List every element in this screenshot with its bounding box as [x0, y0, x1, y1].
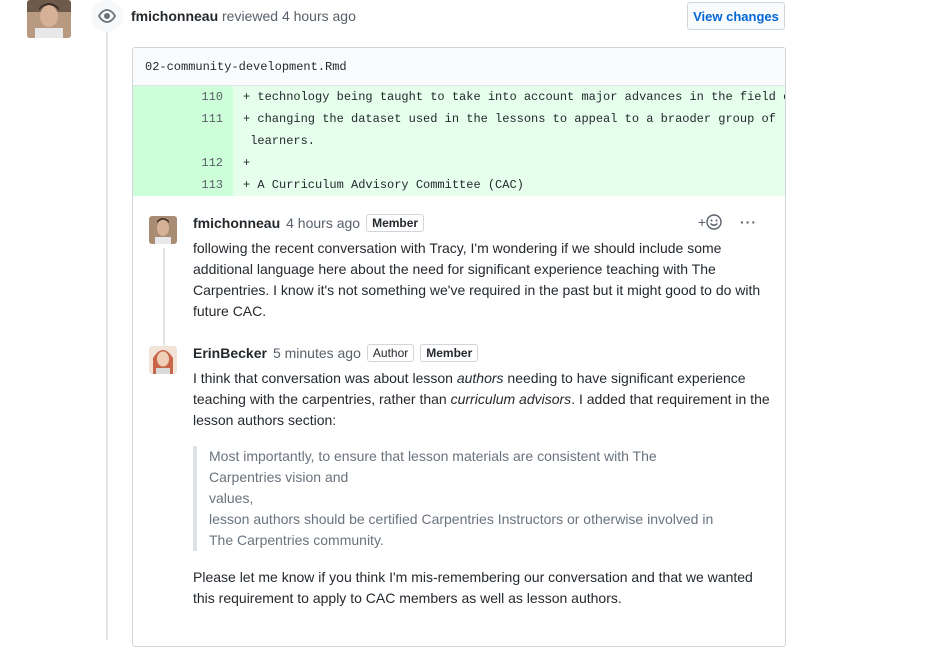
- member-label: Member: [366, 214, 425, 232]
- comment-body: I think that conversation was about less…: [193, 368, 773, 609]
- avatar[interactable]: [149, 346, 177, 374]
- smiley-icon: [706, 214, 722, 230]
- review-comment: ErinBecker 5 minutes ago Author Member I…: [149, 344, 771, 624]
- reviewer-name[interactable]: fmichonneau: [131, 8, 218, 24]
- kebab-icon[interactable]: ···: [740, 214, 757, 230]
- quote-line: values,: [209, 490, 254, 506]
- line-number: [133, 130, 233, 152]
- comment-time[interactable]: 4 hours ago: [286, 215, 360, 231]
- diff-line: learners.: [133, 130, 785, 152]
- diff-code: + A Curriculum Advisory Committee (CAC): [243, 178, 524, 192]
- review-comment: fmichonneau 4 hours ago Member + ··· fol…: [149, 214, 771, 334]
- comment-body: following the recent conversation with T…: [193, 238, 773, 322]
- review-time[interactable]: 4 hours ago: [282, 8, 356, 24]
- comment-header: ErinBecker 5 minutes ago Author Member: [193, 344, 479, 362]
- diff-hunk: 110 + technology being taught to take in…: [133, 86, 785, 196]
- diff-line: 110 + technology being taught to take in…: [133, 86, 785, 108]
- eye-icon: [91, 0, 123, 32]
- add-reaction-button[interactable]: +: [698, 214, 722, 230]
- comment-time[interactable]: 5 minutes ago: [273, 345, 361, 361]
- comment-author[interactable]: ErinBecker: [193, 345, 267, 361]
- comment-text: I think that conversation was about less…: [193, 370, 770, 428]
- file-header: 02-community-development.Rmd: [133, 48, 785, 86]
- timeline-line: [106, 30, 108, 640]
- review-thread: 02-community-development.Rmd 110 + techn…: [132, 47, 786, 647]
- diff-line: 111 + changing the dataset used in the l…: [133, 108, 785, 130]
- comment-header: fmichonneau 4 hours ago Member: [193, 214, 425, 232]
- reaction-plus: +: [697, 214, 706, 230]
- avatar[interactable]: [27, 0, 71, 38]
- diff-line: 113 + A Curriculum Advisory Committee (C…: [133, 174, 785, 196]
- quote-line: Most importantly, to ensure that lesson …: [209, 448, 657, 485]
- member-label: Member: [420, 344, 479, 362]
- line-number[interactable]: 112: [133, 152, 233, 174]
- diff-code: + technology being taught to take into a…: [243, 90, 786, 104]
- line-number[interactable]: 111: [133, 108, 233, 130]
- blockquote: Most importantly, to ensure that lesson …: [193, 446, 773, 551]
- author-label: Author: [366, 344, 415, 362]
- view-changes-button[interactable]: View changes: [687, 2, 785, 30]
- file-name[interactable]: 02-community-development.Rmd: [145, 60, 347, 74]
- line-number[interactable]: 110: [133, 86, 233, 108]
- review-action: reviewed: [222, 8, 279, 24]
- quote-line: lesson authors should be certified Carpe…: [209, 511, 714, 548]
- avatar[interactable]: [149, 216, 177, 244]
- line-number[interactable]: 113: [133, 174, 233, 196]
- diff-line: 112 +: [133, 152, 785, 174]
- comment-text: following the recent conversation with T…: [193, 240, 761, 319]
- comment-actions: + ···: [698, 214, 757, 230]
- comment-author[interactable]: fmichonneau: [193, 215, 280, 231]
- diff-code: + changing the dataset used in the lesso…: [243, 112, 776, 126]
- comment-text: Please let me know if you think I'm mis-…: [193, 569, 753, 606]
- diff-code: +: [243, 156, 251, 170]
- diff-code: learners.: [243, 134, 316, 148]
- review-summary: fmichonneau reviewed 4 hours ago: [131, 8, 356, 24]
